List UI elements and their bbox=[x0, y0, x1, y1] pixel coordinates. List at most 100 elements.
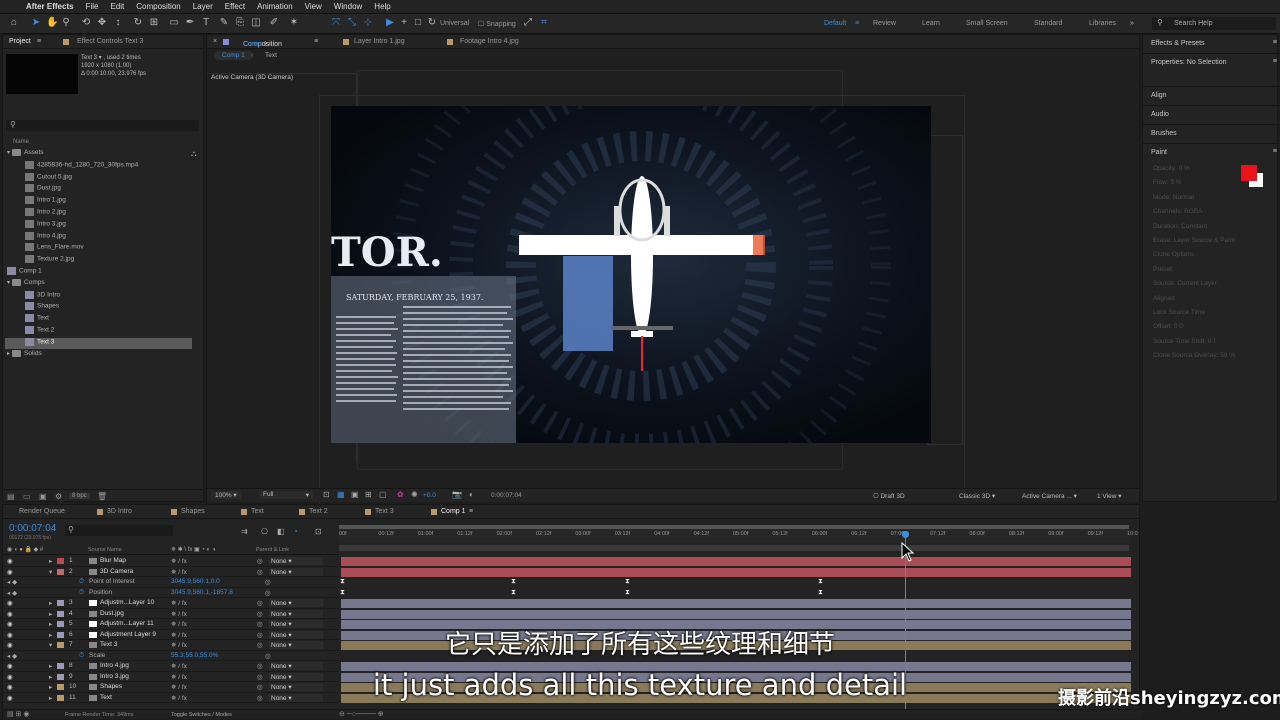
project-item[interactable]: Text 3 bbox=[5, 337, 192, 349]
keyframe-icon[interactable]: ⧗ bbox=[625, 578, 631, 585]
stopwatch-icon[interactable]: ⏱ bbox=[79, 589, 84, 597]
panel-menu-icon[interactable]: ≡ bbox=[1273, 58, 1277, 65]
axis-local-icon[interactable]: ⤧ bbox=[330, 17, 342, 29]
property-value[interactable]: 3045.9,560.1,0.0 bbox=[171, 578, 220, 585]
project-item[interactable]: Cutout 5.jpg bbox=[5, 172, 192, 184]
workspace-libraries[interactable]: Libraries bbox=[1089, 20, 1116, 27]
audio-panel[interactable]: Audio bbox=[1143, 105, 1280, 123]
project-item[interactable]: Texture 2.jpg bbox=[5, 255, 192, 266]
expand-arrow-icon[interactable]: ▾ bbox=[49, 568, 52, 576]
trash-icon[interactable]: 🗑 bbox=[97, 492, 107, 501]
menu-window[interactable]: Window bbox=[334, 2, 362, 11]
pan-tool-icon[interactable]: ✥ bbox=[96, 17, 108, 29]
project-item[interactable]: 3D Intro bbox=[5, 290, 192, 302]
viewer-timecode[interactable]: 0:00:07:04 bbox=[491, 492, 522, 499]
paint-field[interactable]: Preset: bbox=[1153, 266, 1174, 273]
close-tab-icon[interactable]: × bbox=[213, 38, 217, 45]
renderer-select[interactable]: Classic 3D ▾ bbox=[959, 492, 1017, 500]
parent-pickwhip-icon[interactable]: ◎ bbox=[257, 610, 263, 618]
current-timecode[interactable]: 0:00:07:04 bbox=[9, 523, 56, 534]
layer-row[interactable]: ◉ ▾ 2 3D Camera ✵ / fx ◎ None ▾ bbox=[3, 567, 339, 577]
disclosure-icon[interactable]: ▾ bbox=[7, 150, 10, 156]
brushes-panel[interactable]: Brushes bbox=[1143, 124, 1280, 142]
workspace-learn[interactable]: Learn bbox=[922, 20, 940, 27]
grid-icon[interactable]: ⊞ bbox=[365, 490, 372, 499]
project-item[interactable]: Dust.jpg bbox=[5, 184, 192, 195]
breadcrumb-text[interactable]: Text bbox=[265, 52, 277, 59]
paint-field[interactable]: Source Time Shift: 0 f bbox=[1153, 338, 1215, 345]
anchor-tool-icon[interactable]: ⊞ bbox=[148, 17, 160, 29]
panel-menu-icon[interactable]: ≡ bbox=[469, 508, 473, 515]
panel-menu-icon[interactable]: ≡ bbox=[314, 38, 318, 45]
paint-field[interactable]: Aligned bbox=[1153, 295, 1175, 302]
workspace-review[interactable]: Review bbox=[873, 20, 896, 27]
project-item[interactable]: Lens_Flare.mov bbox=[5, 243, 192, 254]
dolly-tool-icon[interactable]: ↕ bbox=[112, 17, 124, 29]
orbit-tool-icon[interactable]: ⟲ bbox=[80, 17, 92, 29]
timeline-tab[interactable]: Shapes bbox=[181, 508, 205, 515]
more-workspaces-icon[interactable]: » bbox=[1130, 20, 1134, 27]
parent-pickwhip-icon[interactable]: ◎ bbox=[257, 557, 263, 565]
hand-tool-icon[interactable]: ✋ bbox=[46, 17, 58, 29]
snapshot-icon[interactable]: 📷 bbox=[452, 490, 462, 499]
layer-name[interactable]: Dust.jpg bbox=[100, 610, 124, 617]
visibility-icon[interactable]: ◉ bbox=[7, 557, 13, 565]
timeline-tab[interactable]: Text 2 bbox=[309, 508, 328, 515]
paint-field[interactable]: Duration: Constant bbox=[1153, 223, 1207, 230]
parent-pickwhip-icon[interactable]: ◎ bbox=[257, 568, 263, 576]
layer-bar[interactable] bbox=[341, 567, 1131, 577]
layer-switches-icons[interactable]: ✵ / fx bbox=[171, 557, 187, 565]
brush-tool-icon[interactable]: ✎ bbox=[218, 17, 230, 29]
source-name-header[interactable]: Source Name bbox=[88, 547, 122, 553]
interpret-footage-icon[interactable]: ▤ bbox=[7, 492, 15, 501]
visibility-icon[interactable]: ◉ bbox=[7, 599, 13, 607]
view-select[interactable]: Active Camera ... ▾ bbox=[1022, 492, 1092, 500]
pen-tool-icon[interactable]: ✒ bbox=[184, 17, 196, 29]
axis-view-icon[interactable]: ⊹ bbox=[362, 17, 374, 29]
zoom-tool-icon[interactable]: ⚲ bbox=[60, 17, 72, 29]
motion-blur-icon[interactable]: ◔ bbox=[293, 527, 298, 536]
keyframe-icon[interactable]: ⧗ bbox=[340, 578, 346, 585]
panel-menu-icon[interactable]: ≡ bbox=[37, 38, 41, 45]
new-comp-icon[interactable]: ▣ bbox=[39, 492, 47, 501]
mask-icon[interactable]: ▣ bbox=[351, 490, 359, 499]
app-menu[interactable]: After Effects bbox=[26, 2, 74, 11]
paint-field[interactable]: Lock Source Time bbox=[1153, 309, 1205, 316]
workspace-default[interactable]: Default bbox=[824, 20, 846, 27]
eraser-tool-icon[interactable]: ◫ bbox=[250, 17, 262, 29]
keyframe-icon[interactable]: ⧗ bbox=[818, 589, 824, 596]
layer-name[interactable]: 3D Camera bbox=[100, 568, 133, 575]
snap-icon[interactable]: ⤢ bbox=[522, 17, 534, 29]
keyframe-nav-icon[interactable]: ◂ ◆ bbox=[7, 578, 17, 586]
project-item[interactable]: Intro 3.jpg bbox=[5, 219, 192, 231]
project-item[interactable]: ▸ Solids bbox=[5, 349, 192, 361]
search-help-field[interactable]: ⚲ Search Help bbox=[1152, 17, 1276, 30]
project-item[interactable]: Text bbox=[5, 314, 192, 325]
keyframe-icon[interactable]: ⧗ bbox=[340, 589, 346, 596]
stopwatch-icon[interactable]: ⏱ bbox=[79, 578, 84, 586]
visibility-icon[interactable]: ◉ bbox=[7, 568, 13, 576]
draft-3d-toggle[interactable]: ⎔ Draft 3D bbox=[873, 492, 905, 500]
visibility-icon[interactable]: ◉ bbox=[7, 610, 13, 618]
menu-help[interactable]: Help bbox=[374, 2, 390, 11]
timeline-tab[interactable]: Text 3 bbox=[375, 508, 394, 515]
snapping-toggle[interactable]: ☐ Snapping bbox=[478, 20, 516, 28]
transparency-grid-icon[interactable]: ▦ bbox=[337, 490, 345, 499]
zoom-select[interactable]: 100% ▾ bbox=[211, 491, 241, 499]
paint-field[interactable]: Clone Options bbox=[1153, 251, 1194, 258]
keyframe-icon[interactable]: ⧗ bbox=[625, 589, 631, 596]
project-item[interactable]: Text 2 bbox=[5, 326, 192, 337]
tab-effect-controls[interactable]: Effect Controls Text 3 bbox=[77, 38, 143, 45]
pickwhip-icon[interactable]: ◎ bbox=[265, 578, 271, 586]
layer-bar[interactable] bbox=[341, 557, 1131, 566]
color-channels-icon[interactable]: ✿ bbox=[397, 490, 404, 499]
keyframe-icon[interactable]: ⧗ bbox=[818, 578, 824, 585]
align-panel[interactable]: Align bbox=[1143, 86, 1280, 104]
exposure-icon[interactable]: ✺ bbox=[411, 490, 418, 499]
region-icon[interactable]: ▢ bbox=[379, 490, 387, 499]
layer-switches-icons[interactable]: ✵ / fx bbox=[171, 568, 187, 576]
effects-presets-panel[interactable]: Effects & Presets ≡ bbox=[1143, 35, 1280, 53]
layer-row[interactable]: ◉ ▸ 3 Adjustm...Layer 10 ✵ / fx ◎ None ▾ bbox=[3, 598, 339, 609]
puppet-tool-icon[interactable]: ✶ bbox=[288, 17, 300, 29]
footer-toggle-icons[interactable]: ▤ ⊞ ◉ bbox=[7, 710, 29, 718]
